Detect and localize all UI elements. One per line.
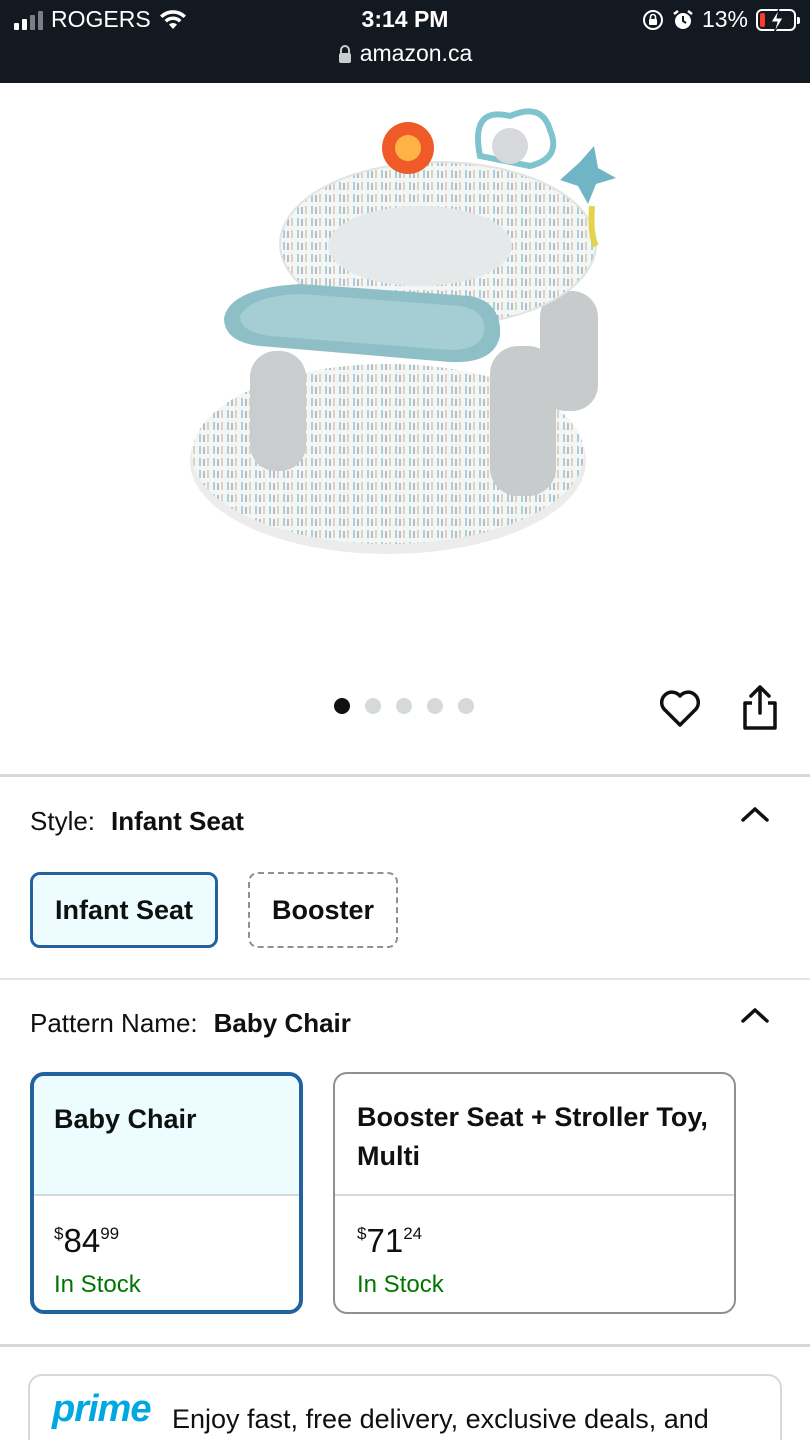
pattern-option-booster-seat-stroller-toy[interactable]: Booster Seat + Stroller Toy, Multi $7124… [333, 1072, 736, 1314]
carousel-dot[interactable] [365, 698, 381, 714]
carousel-dot[interactable] [396, 698, 412, 714]
battery-charging-icon [756, 8, 800, 33]
chevron-up-icon[interactable] [740, 804, 770, 824]
carousel-dots [334, 698, 474, 714]
pattern-option-baby-chair[interactable]: Baby Chair $8499 In Stock [30, 1072, 303, 1314]
carousel-dot[interactable] [334, 698, 350, 714]
alarm-icon [673, 9, 693, 29]
pattern-option-name: Booster Seat + Stroller Toy, Multi [357, 1102, 708, 1171]
price-dollars: 71 [366, 1222, 404, 1259]
availability: In Stock [357, 1271, 444, 1298]
chevron-up-icon[interactable] [740, 1005, 770, 1025]
carousel-dot[interactable] [458, 698, 474, 714]
style-option-booster[interactable]: Booster [248, 872, 398, 948]
style-row: Style: Infant Seat [30, 806, 244, 837]
pattern-selected-value: Baby Chair [213, 1008, 351, 1038]
style-selected-value: Infant Seat [111, 806, 244, 836]
section-divider [0, 978, 810, 980]
price-dollars: 84 [63, 1222, 101, 1259]
pattern-label: Pattern Name: [30, 1008, 198, 1038]
section-divider [0, 774, 810, 777]
style-option-infant-seat[interactable]: Infant Seat [30, 872, 218, 948]
product-image[interactable] [170, 96, 640, 566]
price-cents: 24 [403, 1224, 423, 1243]
prime-banner[interactable]: prime Enjoy fast, free delivery, exclusi… [28, 1374, 782, 1440]
status-right: 13% [642, 6, 800, 33]
url-text: amazon.ca [359, 40, 473, 66]
prime-promo-text: Enjoy fast, free delivery, exclusive dea… [172, 1404, 709, 1434]
carousel-dot[interactable] [427, 698, 443, 714]
lock-icon [338, 45, 351, 63]
availability: In Stock [54, 1271, 141, 1298]
battery-percent: 13% [701, 6, 748, 32]
style-label: Style: [30, 806, 96, 836]
status-bar: ROGERS 3:14 PM amazon.ca 13% [0, 0, 810, 83]
price: $7124 [357, 1214, 714, 1261]
price: $8499 [54, 1214, 279, 1261]
share-icon[interactable] [738, 683, 782, 731]
pattern-row: Pattern Name: Baby Chair [30, 1008, 351, 1039]
orientation-lock-icon [642, 9, 663, 30]
pattern-option-name: Baby Chair [34, 1076, 299, 1194]
heart-icon[interactable] [658, 686, 702, 730]
url-bar[interactable]: amazon.ca [0, 40, 810, 67]
prime-logo: prime [52, 1388, 151, 1430]
section-divider [0, 1344, 810, 1347]
price-cents: 99 [100, 1224, 120, 1243]
